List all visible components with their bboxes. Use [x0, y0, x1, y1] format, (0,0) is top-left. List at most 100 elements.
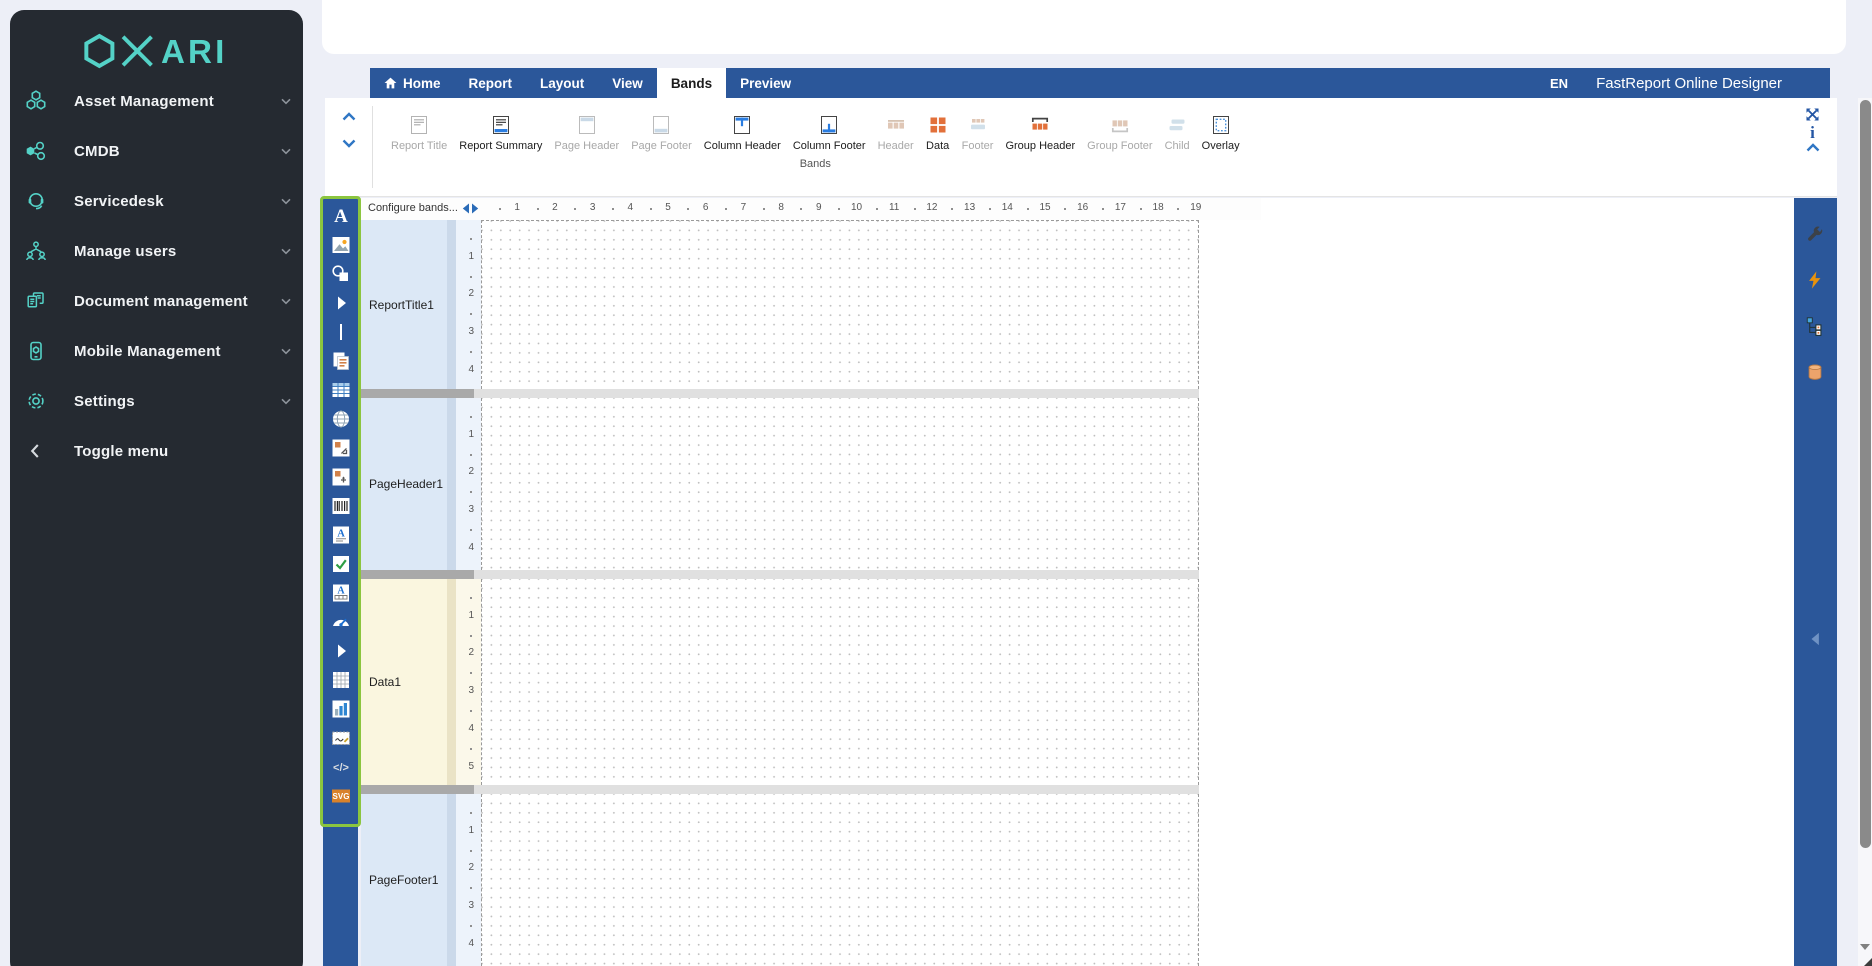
signature-icon[interactable]: [330, 727, 352, 749]
band-pagefooter1[interactable]: PageFooter11234: [361, 794, 1199, 966]
group-footer-button[interactable]: Group Footer: [1081, 113, 1158, 152]
richtext-icon[interactable]: A: [330, 524, 352, 546]
ruler-number: 19: [1188, 202, 1204, 213]
flyout-arrow-icon[interactable]: [330, 640, 352, 662]
sidebar-item-document-management[interactable]: Document management: [10, 276, 303, 326]
band-page-area[interactable]: [481, 579, 1199, 785]
sidebar-item-settings[interactable]: Settings: [10, 376, 303, 426]
scrollbar-thumb[interactable]: [1860, 100, 1871, 848]
subreport-icon[interactable]: [330, 350, 352, 372]
sidebar-item-manage-users[interactable]: Manage users: [10, 226, 303, 276]
sidebar-item-servicedesk[interactable]: Servicedesk: [10, 176, 303, 226]
band-divider[interactable]: [361, 389, 1199, 398]
tab-preview[interactable]: Preview: [726, 68, 805, 98]
overlay-button[interactable]: Overlay: [1196, 113, 1246, 152]
ruler-number: 8: [773, 202, 789, 213]
ruler-number: 4: [456, 364, 474, 375]
page-header-button[interactable]: Page Header: [548, 113, 625, 152]
band-data1[interactable]: Data112345: [361, 579, 1199, 785]
report-summary-button[interactable]: Report Summary: [453, 113, 548, 152]
band-label-column[interactable]: PageFooter1: [361, 794, 447, 966]
crossview-icon[interactable]: [330, 437, 352, 459]
ribbon-scroll-up-button[interactable]: [342, 112, 356, 121]
collapse-left-icon[interactable]: [1807, 630, 1825, 648]
gauge-icon[interactable]: [330, 611, 352, 633]
band-divider-handle[interactable]: [361, 785, 474, 794]
line-icon[interactable]: [330, 321, 352, 343]
band-page-area[interactable]: [481, 398, 1199, 570]
chart-icon[interactable]: [330, 698, 352, 720]
barcode-icon[interactable]: [330, 495, 352, 517]
shapes-icon[interactable]: [330, 263, 352, 285]
html-icon[interactable]: </>: [330, 756, 352, 778]
tab-view[interactable]: View: [598, 68, 657, 98]
svg-icon[interactable]: SVG: [330, 785, 352, 807]
tab-report[interactable]: Report: [455, 68, 527, 98]
crosstab-icon[interactable]: [330, 466, 352, 488]
ruler-number: 1: [456, 825, 474, 836]
band-page-area[interactable]: [481, 794, 1199, 966]
sidebar-item-cmdb[interactable]: CMDB: [10, 126, 303, 176]
column-header-button[interactable]: Column Header: [698, 113, 787, 152]
band-label-column[interactable]: ReportTitle1: [361, 220, 447, 389]
map-icon[interactable]: [330, 408, 352, 430]
configure-bands-button[interactable]: Configure bands...: [368, 202, 458, 214]
band-page-area[interactable]: [481, 220, 1199, 389]
chevron-down-icon: [281, 192, 291, 210]
wrench-icon[interactable]: [1805, 225, 1827, 247]
ruler-tick: [1140, 208, 1142, 210]
page-footer-button[interactable]: Page Footer: [625, 113, 698, 152]
collapse-ribbon-icon[interactable]: [1806, 143, 1820, 152]
column-footer-button[interactable]: Column Footer: [787, 113, 872, 152]
band-label-column[interactable]: Data1: [361, 579, 447, 785]
child-band-icon: [1165, 113, 1189, 137]
sidebar-item-label: Manage users: [74, 243, 176, 260]
band-divider-handle[interactable]: [361, 389, 474, 398]
fullscreen-icon[interactable]: [1804, 106, 1821, 123]
ruler-tick: [1027, 208, 1029, 210]
tab-home[interactable]: Home: [370, 68, 455, 98]
header-button[interactable]: Header: [872, 113, 920, 152]
ruler-number: 16: [1075, 202, 1091, 213]
ribbon-scroll-down-button[interactable]: [342, 139, 356, 148]
ribbon: Report TitleReport SummaryPage HeaderPag…: [325, 98, 1837, 197]
flyout-arrow-icon[interactable]: [330, 292, 352, 314]
band-nav-arrows-icon[interactable]: [462, 203, 479, 214]
sidebar-toggle-menu[interactable]: Toggle menu: [10, 426, 303, 476]
band-divider-handle[interactable]: [361, 570, 474, 579]
database-icon[interactable]: [1805, 362, 1827, 384]
band-pageheader1[interactable]: PageHeader11234: [361, 398, 1199, 570]
band-label-column[interactable]: PageHeader1: [361, 398, 447, 570]
cellular-text-icon[interactable]: A: [330, 582, 352, 604]
band-reporttitle1[interactable]: ReportTitle11234: [361, 220, 1199, 389]
data-button[interactable]: Data: [920, 113, 956, 152]
ruler-tick: [470, 416, 472, 418]
child-button[interactable]: Child: [1159, 113, 1196, 152]
ruler-number: 13: [962, 202, 978, 213]
designer-tab-bar: HomeReportLayoutViewBandsPreview EN Fast…: [370, 68, 1830, 98]
scrollbar-down-arrow-icon[interactable]: [1860, 944, 1870, 950]
document-management-icon: [24, 289, 48, 313]
lightning-icon[interactable]: [1805, 270, 1827, 292]
tab-layout[interactable]: Layout: [526, 68, 598, 98]
group-header-button[interactable]: Group Header: [999, 113, 1081, 152]
band-name: ReportTitle1: [369, 298, 434, 312]
report-tree-icon[interactable]: [1805, 316, 1827, 338]
report-title-button[interactable]: Report Title: [385, 113, 453, 152]
vertical-scrollbar[interactable]: [1858, 98, 1872, 966]
footer-button[interactable]: Footer: [956, 113, 1000, 152]
sidebar-item-asset-management[interactable]: Asset Management: [10, 76, 303, 126]
ruler-tick: [650, 208, 652, 210]
band-divider[interactable]: [361, 570, 1199, 579]
sidebar-item-mobile-management[interactable]: Mobile Management: [10, 326, 303, 376]
table-icon[interactable]: [330, 379, 352, 401]
language-button[interactable]: EN: [1550, 68, 1568, 98]
band-divider[interactable]: [361, 785, 1199, 794]
text-icon[interactable]: A: [330, 205, 352, 227]
matrix-icon[interactable]: [330, 669, 352, 691]
ruler-tick: [470, 454, 472, 456]
checkbox-icon[interactable]: [330, 553, 352, 575]
tab-bands[interactable]: Bands: [657, 68, 726, 98]
ruler-number: 15: [1037, 202, 1053, 213]
picture-icon[interactable]: [330, 234, 352, 256]
